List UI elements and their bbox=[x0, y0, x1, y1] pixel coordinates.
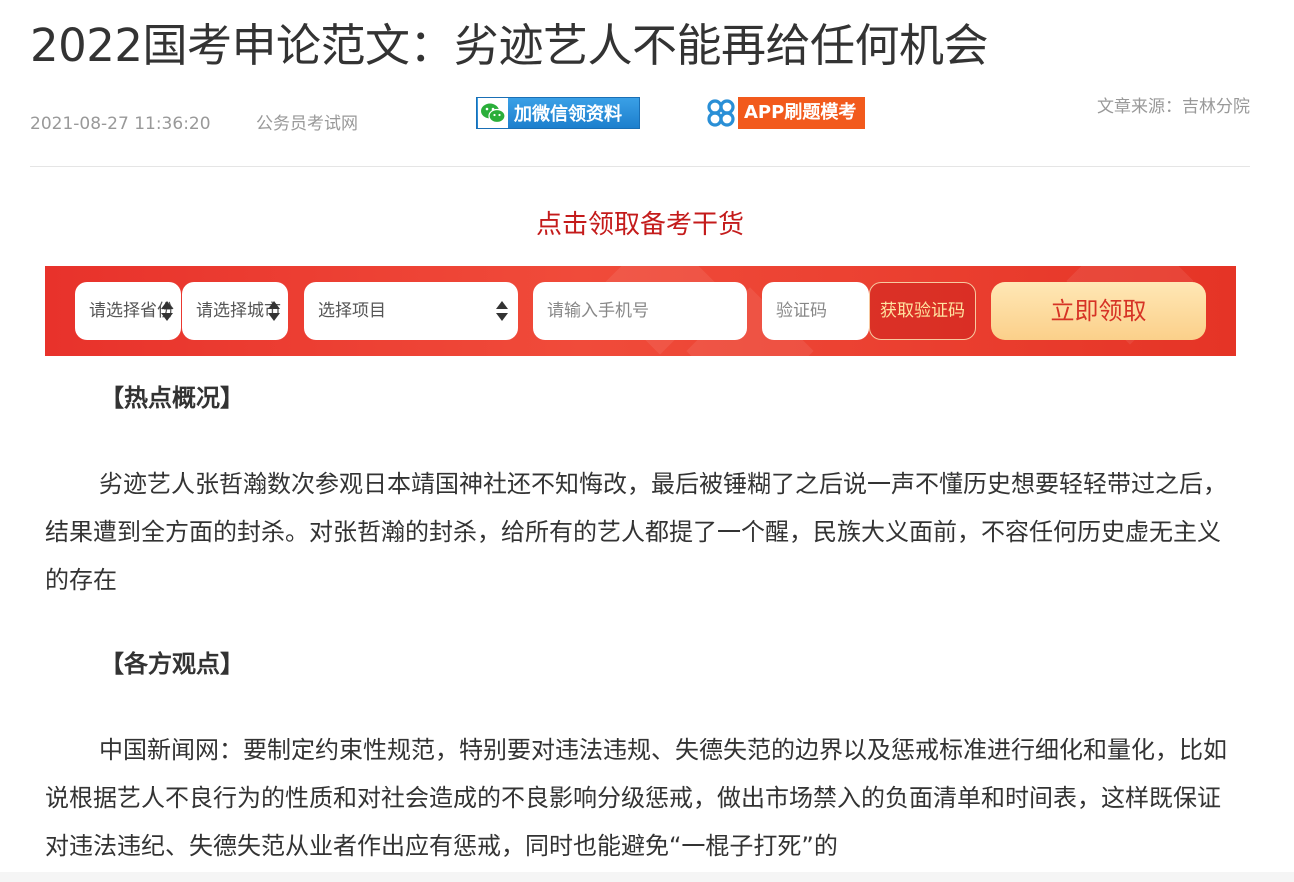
select-arrows-icon bbox=[496, 301, 508, 321]
select-arrows-icon bbox=[161, 301, 173, 321]
wechat-banner-label: 加微信领资料 bbox=[514, 104, 622, 125]
promo-heading[interactable]: 点击领取备考干货 bbox=[0, 205, 1280, 245]
lead-form-bar: 请选择省份 请选择城市 选择项目 请输入手机号 验证码 获取验证码 立即领取 bbox=[45, 266, 1236, 356]
publish-date: 2021-08-27 11:36:20 bbox=[30, 114, 211, 134]
phone-input-placeholder: 请输入手机号 bbox=[547, 301, 649, 321]
section-paragraph: 劣迹艺人张哲瀚数次参观日本靖国神社还不知悔改，最后被锤糊了之后说一声不懂历史想要… bbox=[45, 470, 1227, 594]
site-name[interactable]: 公务员考试网 bbox=[256, 112, 358, 136]
app-clover-icon bbox=[704, 96, 738, 130]
project-select[interactable]: 选择项目 bbox=[304, 282, 518, 340]
project-select-label: 选择项目 bbox=[318, 301, 386, 321]
section-heading: 【各方观点】 bbox=[100, 650, 244, 678]
submit-button[interactable]: 立即领取 bbox=[991, 282, 1206, 340]
article-source: 文章来源：吉林分院 bbox=[1097, 97, 1250, 117]
wechat-icon bbox=[478, 98, 508, 128]
section-heading: 【热点概况】 bbox=[100, 384, 244, 412]
section-paragraph: 中国新闻网：要制定约束性规范，特别要对违法违规、失德失范的边界以及惩戒标准进行细… bbox=[45, 736, 1227, 860]
province-select[interactable]: 请选择省份 bbox=[75, 282, 181, 340]
code-input[interactable]: 验证码 bbox=[762, 282, 869, 340]
get-code-button[interactable]: 获取验证码 bbox=[869, 282, 976, 340]
wechat-banner-button[interactable]: 加微信领资料 bbox=[476, 97, 640, 129]
phone-input[interactable]: 请输入手机号 bbox=[533, 282, 747, 340]
city-select[interactable]: 请选择城市 bbox=[182, 282, 288, 340]
app-banner-label: APP刷题模考 bbox=[738, 97, 865, 129]
header-divider bbox=[30, 166, 1250, 167]
page-bottom-edge bbox=[0, 872, 1294, 882]
page-title: 2022国考申论范文：劣迹艺人不能再给任何机会 bbox=[30, 19, 989, 72]
select-arrows-icon bbox=[268, 301, 280, 321]
code-input-placeholder: 验证码 bbox=[776, 301, 827, 321]
app-banner-button[interactable]: APP刷题模考 bbox=[704, 96, 869, 130]
